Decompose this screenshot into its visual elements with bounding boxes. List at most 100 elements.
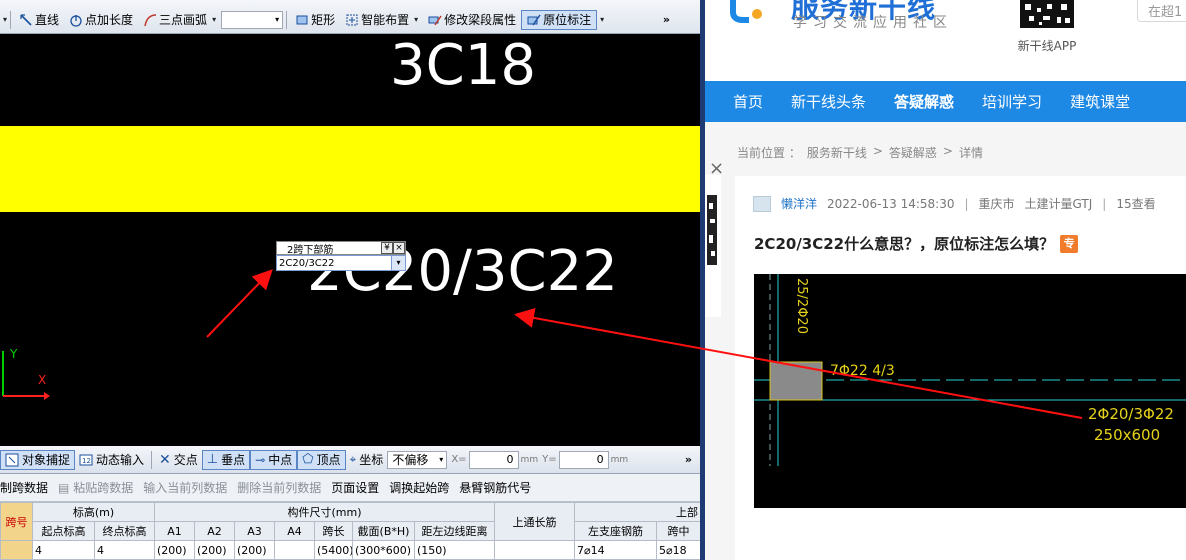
vertex-snap-toggle[interactable]: ⬠ 顶点 — [297, 449, 346, 470]
top-rebar-annotation[interactable]: 3C18 — [390, 38, 536, 94]
avatar[interactable] — [753, 195, 771, 212]
snap-toolbar-overflow[interactable]: » — [685, 453, 700, 466]
coordinate-toggle[interactable]: ⌖ 坐标 — [346, 450, 388, 470]
qr-code-icon — [1017, 0, 1077, 30]
top-through-cell[interactable] — [494, 540, 576, 560]
breadcrumb-item-detail: 详情 — [958, 146, 983, 160]
close-icon[interactable]: × — [393, 242, 405, 254]
drawing-canvas[interactable]: 3C18 2C20/3C22 2跨下部筋 ¥ × 2C20/3C22 ▾ Y X — [0, 34, 700, 446]
y-coord-label: Y= — [542, 454, 557, 465]
app-qr-caption: 新干线APP — [1017, 39, 1077, 53]
grid-group-header-row: 跨号 标高(m) 构件尺寸(mm) 上通长筋 上部 — [0, 502, 700, 541]
figure-stirrup-text: 7Φ22 4/3 — [830, 363, 895, 379]
perpendicular-label: 垂点 — [221, 453, 246, 467]
rebar-input-field[interactable]: 2C20/3C22 ▾ — [276, 255, 406, 271]
toolbar-separator — [151, 450, 153, 469]
paste-span-data-button[interactable]: ▤ 粘贴跨数据 — [53, 479, 138, 496]
modify-span-props-label: 修改梁段属性 — [444, 13, 517, 27]
page-setup-button[interactable]: 页面设置 — [326, 479, 384, 496]
in-place-annotation-button[interactable]: 原位标注 — [521, 9, 598, 30]
rectangle-label: 矩形 — [311, 13, 336, 27]
chevron-down-icon[interactable]: ▾ — [600, 15, 604, 24]
y-unit: mm — [610, 454, 629, 465]
line-tool-button[interactable]: 直线 — [14, 10, 64, 30]
rebar-input-value: 2C20/3C22 — [279, 257, 335, 269]
table-row[interactable]: 4 4 (200) (200) (200) (5400) (300*600) (… — [0, 540, 700, 560]
nav-item-training[interactable]: 培训学习 — [968, 91, 1056, 112]
span-mid-cell[interactable]: 5⌀18 — [656, 540, 700, 560]
a1-cell[interactable]: (200) — [154, 540, 195, 560]
elevation-header: 标高(m) — [32, 502, 155, 522]
breadcrumb: 当前位置 ： 服务新干线 > 答疑解惑 > 详情 — [737, 144, 983, 161]
toolbar-overflow-button[interactable]: » — [663, 13, 700, 26]
beam-element[interactable] — [0, 126, 700, 212]
axis-y-label: Y — [9, 347, 18, 361]
delete-current-column-button[interactable]: 删除当前列数据 — [232, 479, 326, 496]
x-coord-input[interactable]: 0 — [468, 450, 519, 469]
y-coord-input[interactable]: 0 — [558, 450, 609, 469]
question-card: 懒洋洋 2022-06-13 14:58:30 | 重庆市 土建计量GTJ | … — [735, 176, 1186, 560]
offset-mode-select[interactable]: 不偏移 ▾ — [387, 450, 448, 469]
breadcrumb-separator: > — [872, 144, 883, 158]
nav-item-headlines[interactable]: 新干线头条 — [777, 91, 880, 112]
toolbar-dropdown-arrow[interactable]: ▾ — [3, 15, 7, 24]
breadcrumb-item-home[interactable]: 服务新干线 — [807, 144, 867, 161]
axis-x-label: X — [38, 373, 46, 387]
nav-item-home[interactable]: 首页 — [705, 91, 777, 112]
span-no-header: 跨号 — [0, 502, 33, 541]
point-length-icon — [70, 14, 82, 27]
breadcrumb-label: 当前位置 ： — [737, 146, 801, 160]
smart-layout-button[interactable]: 智能布置 ▾ — [340, 10, 423, 30]
popup-title: 2跨下部筋 — [287, 244, 334, 256]
collapse-icon[interactable]: ¥ — [381, 242, 393, 254]
chevron-down-icon[interactable]: ▾ — [391, 256, 405, 270]
end-elev-cell[interactable]: 4 — [94, 540, 155, 560]
a3-cell[interactable]: (200) — [234, 540, 275, 560]
a2-cell[interactable]: (200) — [194, 540, 235, 560]
figure-vertical-text: 25/2Φ20 — [794, 278, 809, 334]
swap-start-span-button[interactable]: 调换起始跨 — [384, 479, 454, 496]
breadcrumb-item-qa[interactable]: 答疑解惑 — [889, 144, 937, 161]
left-support-cell[interactable]: 7⌀14 — [574, 540, 658, 560]
edge-dist-cell[interactable]: (150) — [413, 540, 496, 560]
modify-span-props-button[interactable]: 修改梁段属性 — [423, 10, 521, 30]
nav-item-qa[interactable]: 答疑解惑 — [880, 91, 968, 112]
edit-beam-icon — [428, 15, 442, 25]
top-through-header: 上通长筋 — [494, 502, 576, 541]
post-author[interactable]: 懒洋洋 — [781, 195, 817, 212]
point-length-button[interactable]: 点加长度 — [64, 10, 138, 30]
section-cell[interactable]: (300*600) — [352, 540, 415, 560]
arc-icon — [144, 13, 157, 26]
midpoint-snap-toggle[interactable]: ⊸ 中点 — [250, 449, 298, 470]
post-category[interactable]: 土建计量GTJ — [1025, 195, 1093, 212]
cantilever-code-button[interactable]: 悬臂钢筋代号 — [454, 479, 536, 496]
search-input[interactable]: 在超1 — [1137, 0, 1186, 22]
start-elev-cell[interactable]: 4 — [32, 540, 95, 560]
midpoint-label: 中点 — [268, 453, 293, 467]
smart-layout-icon — [346, 14, 358, 25]
three-point-arc-button[interactable]: 三点画弧 ▾ — [138, 10, 221, 30]
line-icon — [20, 13, 32, 26]
copy-span-data-button[interactable]: 制跨数据 — [0, 479, 53, 496]
post-meta: 懒洋洋 2022-06-13 14:58:30 | 重庆市 土建计量GTJ | … — [753, 195, 1156, 212]
nav-item-classroom[interactable]: 建筑课堂 — [1056, 91, 1144, 112]
dynamic-input-toggle[interactable]: 12 动态输入 — [75, 450, 148, 470]
a4-cell[interactable] — [274, 540, 315, 560]
input-current-column-button[interactable]: 输入当前列数据 — [138, 479, 232, 496]
arc-options-select[interactable]: ▾ — [221, 10, 284, 29]
site-slogan: 学习交流应用社区 — [793, 15, 953, 31]
a2-header: A2 — [194, 521, 235, 541]
perpendicular-snap-toggle[interactable]: ⊥ 垂点 — [201, 449, 251, 470]
row-header-cell[interactable] — [0, 540, 33, 560]
intersection-snap-toggle[interactable]: ✕ 交点 — [155, 450, 202, 470]
paste-icon: ▤ — [58, 481, 70, 495]
object-snap-toggle[interactable]: 对象捕捉 — [0, 449, 76, 470]
span-len-cell[interactable]: (5400) — [314, 540, 353, 560]
figure-section-text: 250x600 — [1094, 426, 1160, 444]
logo-icon[interactable] — [729, 0, 765, 30]
rectangle-button[interactable]: 矩形 — [290, 10, 340, 30]
coordinate-icon: ⌖ — [349, 452, 357, 466]
edge-dist-header: 距左边线距离 — [413, 521, 496, 541]
chevron-down-icon: ▾ — [439, 455, 444, 464]
question-image[interactable]: 25/2Φ20 7Φ22 4/3 2Φ20/3Φ22 250x600 — [754, 274, 1186, 508]
